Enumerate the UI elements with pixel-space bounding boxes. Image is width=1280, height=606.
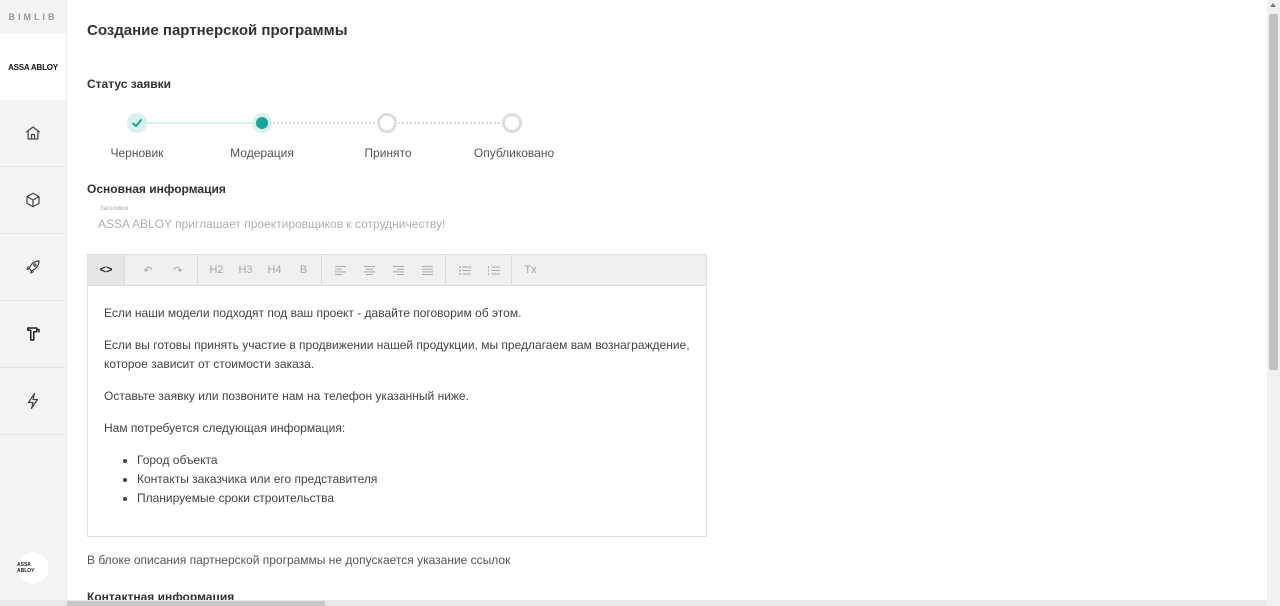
list-item: Город объекта (137, 451, 690, 470)
align-right-button[interactable] (384, 255, 413, 285)
rich-text-editor: <> ↶ ↷ H2 H3 H4 B Tx Если наши модели по… (87, 254, 707, 537)
vertical-scrollbar[interactable] (1267, 0, 1280, 606)
company-logo[interactable]: ASSA ABLOY (0, 34, 66, 100)
step-connector-done (137, 122, 262, 124)
nav-home[interactable] (0, 100, 66, 167)
toolbar-divider (445, 255, 446, 285)
align-left-icon (335, 265, 346, 275)
door-icon (27, 327, 40, 341)
heading2-button[interactable]: H2 (202, 255, 231, 285)
step-label: Черновик (110, 146, 164, 160)
undo-icon: ↶ (143, 264, 153, 277)
step-draft-circle (127, 113, 147, 133)
align-right-icon (393, 265, 404, 275)
cube-icon (26, 192, 40, 208)
rocket-icon (26, 260, 40, 274)
redo-button[interactable]: ↷ (163, 255, 193, 285)
sidebar: BIMLIB ASSA ABLOY ASSA ABLOY (0, 0, 67, 606)
step-moderation-circle (252, 113, 272, 133)
editor-toolbar: <> ↶ ↷ H2 H3 H4 B Tx (88, 255, 706, 286)
editor-paragraph: Нам потребуется следующая информация: (104, 421, 346, 435)
step-label: Принято (364, 146, 412, 160)
scroll-up-icon[interactable] (1270, 3, 1276, 7)
toolbar-divider (511, 255, 512, 285)
brand-logo[interactable]: BIMLIB (0, 0, 66, 34)
code-view-button[interactable]: <> (88, 255, 124, 285)
check-icon (132, 119, 142, 127)
bullet-list-icon (458, 265, 471, 275)
editor-bullet-list: Город объекта Контакты заказчика или его… (137, 451, 690, 508)
heading3-button[interactable]: H3 (231, 255, 260, 285)
status-stepper: Черновик Модерация Принято Опубликовано (87, 108, 607, 168)
links-warning-note: В блоке описания партнерской программы н… (87, 553, 511, 567)
step-connector (387, 122, 512, 124)
subject-label: Заголовок (100, 206, 129, 212)
undo-button[interactable]: ↶ (133, 255, 163, 285)
step-label: Опубликовано (473, 146, 555, 160)
toolbar-divider (197, 255, 198, 285)
avatar[interactable]: ASSA ABLOY (16, 551, 50, 585)
list-item: Контакты заказчика или его представителя (137, 470, 690, 489)
align-justify-button[interactable] (413, 255, 442, 285)
step-label: Модерация (230, 146, 294, 160)
editor-content[interactable]: Если наши модели подходят под ваш проект… (88, 286, 706, 508)
list-item: Планируемые сроки строительства (137, 489, 690, 508)
toolbar-divider (124, 255, 125, 285)
page-title: Создание партнерской программы (87, 22, 348, 39)
status-title: Статус заявки (87, 77, 172, 91)
heading4-button[interactable]: H4 (260, 255, 289, 285)
nav-products[interactable] (0, 301, 66, 368)
horizontal-scrollbar-thumb[interactable] (67, 601, 325, 606)
step-published-circle (502, 113, 522, 133)
bullet-list-button[interactable] (450, 255, 479, 285)
main-info-title: Основная информация (87, 182, 226, 196)
nav-promotion[interactable] (0, 234, 66, 301)
main-content: Создание партнерской программы Статус за… (67, 0, 1267, 606)
align-center-button[interactable] (355, 255, 384, 285)
step-connector (262, 122, 387, 124)
editor-paragraph: Если вы готовы принять участие в продвиж… (104, 338, 690, 371)
nav-partner-programs[interactable] (0, 368, 66, 435)
align-justify-icon (422, 265, 433, 275)
editor-paragraph: Если наши модели подходят под ваш проект… (104, 306, 522, 320)
editor-paragraph: Оставьте заявку или позвоните нам на тел… (104, 389, 469, 403)
nav-models[interactable] (0, 167, 66, 234)
home-icon (25, 126, 41, 140)
redo-icon: ↷ (173, 264, 183, 277)
align-left-button[interactable] (326, 255, 355, 285)
bold-button[interactable]: B (289, 255, 318, 285)
subject-input[interactable]: ASSA ABLOY приглашает проектировщиков к … (98, 217, 445, 231)
numbered-list-icon (487, 265, 500, 275)
current-dot-icon (256, 117, 268, 129)
clear-format-button[interactable]: Tx (516, 255, 545, 285)
lightning-icon (27, 392, 39, 410)
toolbar-divider (321, 255, 322, 285)
scrollbar-thumb[interactable] (1269, 14, 1278, 370)
align-center-icon (364, 265, 375, 275)
numbered-list-button[interactable] (479, 255, 508, 285)
step-accepted-circle (377, 113, 397, 133)
app-window: BIMLIB ASSA ABLOY ASSA ABLOY Создание па… (0, 0, 1280, 606)
